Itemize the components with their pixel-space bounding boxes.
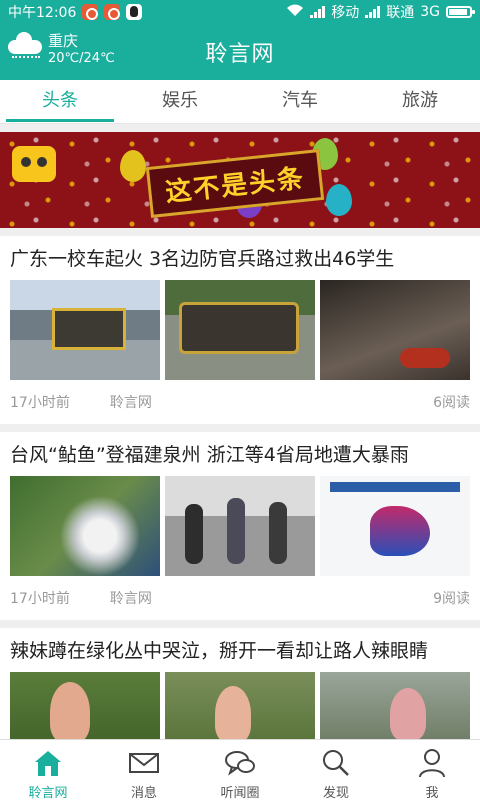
news-item[interactable]: 台风“鲇鱼”登福建泉州 浙江等4省局地遭大暴雨 17小时前 聆言网 9阅读 (0, 432, 480, 620)
nav-messages[interactable]: 消息 (96, 740, 192, 800)
tab-travel[interactable]: 旅游 (360, 80, 480, 123)
nav-me[interactable]: 我 (384, 740, 480, 800)
news-item[interactable]: 辣妹蹲在绿化丛中哭泣，掰开一看却让路人辣眼睛 (0, 628, 480, 739)
nav-discover-label: 发现 (322, 786, 349, 800)
news-thumbnail (165, 280, 315, 380)
nav-home-label: 聆言网 (28, 786, 68, 800)
news-thumbnail (165, 476, 315, 576)
news-thumbnail (320, 476, 470, 576)
app-header: 重庆 20℃/24℃ 聆言网 (0, 24, 480, 80)
news-read-count: 9阅读 (433, 591, 470, 607)
carrier-1: 移动 (331, 5, 360, 21)
news-feed[interactable]: 这不是头条 广东一校车起火 3名边防官兵路过救出46学生 17小时前 聆言网 6… (0, 124, 480, 739)
carrier-2: 联通 (386, 5, 415, 21)
news-thumbnail (320, 672, 470, 739)
tab-entertainment[interactable]: 娱乐 (120, 80, 240, 123)
nav-discover[interactable]: 发现 (288, 740, 384, 800)
news-thumbnail (10, 280, 160, 380)
tab-headlines[interactable]: 头条 (0, 80, 120, 123)
notification-app-icon (82, 4, 99, 20)
network-type: 3G (420, 4, 440, 20)
bottom-nav: 聆言网 消息 听闻圈 发现 我 (0, 739, 480, 800)
news-title: 辣妹蹲在绿化丛中哭泣，掰开一看却让路人辣眼睛 (10, 640, 429, 662)
tab-auto[interactable]: 汽车 (240, 80, 360, 123)
balloon-icon (120, 150, 146, 182)
promo-banner[interactable]: 这不是头条 (0, 132, 480, 228)
signal-icon (310, 6, 326, 18)
nav-messages-label: 消息 (130, 786, 157, 800)
nav-me-label: 我 (425, 786, 439, 800)
nav-moments-label: 听闻圈 (220, 786, 260, 800)
wifi-icon (286, 3, 304, 21)
battery-icon (446, 6, 475, 18)
app-title: 聆言网 (205, 42, 275, 67)
news-source: 聆言网 (109, 395, 152, 411)
news-title: 广东一校车起火 3名边防官兵路过救出46学生 (10, 248, 395, 270)
news-thumbnail (165, 672, 315, 739)
news-time: 17小时前 (10, 591, 70, 607)
signal-icon (365, 6, 381, 18)
balloon-icon (326, 184, 352, 216)
battery-level (449, 9, 467, 15)
mail-icon (128, 748, 160, 778)
nav-home[interactable]: 聆言网 (0, 740, 96, 800)
home-icon (32, 748, 64, 778)
status-bar: 中午12:06 移动 联通 3G (0, 0, 480, 24)
news-item[interactable]: 广东一校车起火 3名边防官兵路过救出46学生 17小时前 聆言网 6阅读 (0, 236, 480, 424)
news-source: 聆言网 (109, 591, 152, 607)
nav-moments[interactable]: 听闻圈 (192, 740, 288, 800)
chat-bubbles-icon (224, 748, 256, 778)
status-time: 中午12:06 (8, 5, 77, 21)
category-tabs: 头条 娱乐 汽车 旅游 (0, 80, 480, 124)
news-time: 17小时前 (10, 395, 70, 411)
news-thumbnail (320, 280, 470, 380)
search-icon (320, 748, 352, 778)
news-thumbnail (10, 476, 160, 576)
notification-app-icon (104, 4, 121, 20)
news-title: 台风“鲇鱼”登福建泉州 浙江等4省局地遭大暴雨 (10, 444, 409, 466)
qq-icon (126, 4, 143, 20)
news-read-count: 6阅读 (433, 395, 470, 411)
cat-logo-icon (12, 146, 56, 182)
news-thumbnail (10, 672, 160, 739)
person-icon (416, 748, 448, 778)
